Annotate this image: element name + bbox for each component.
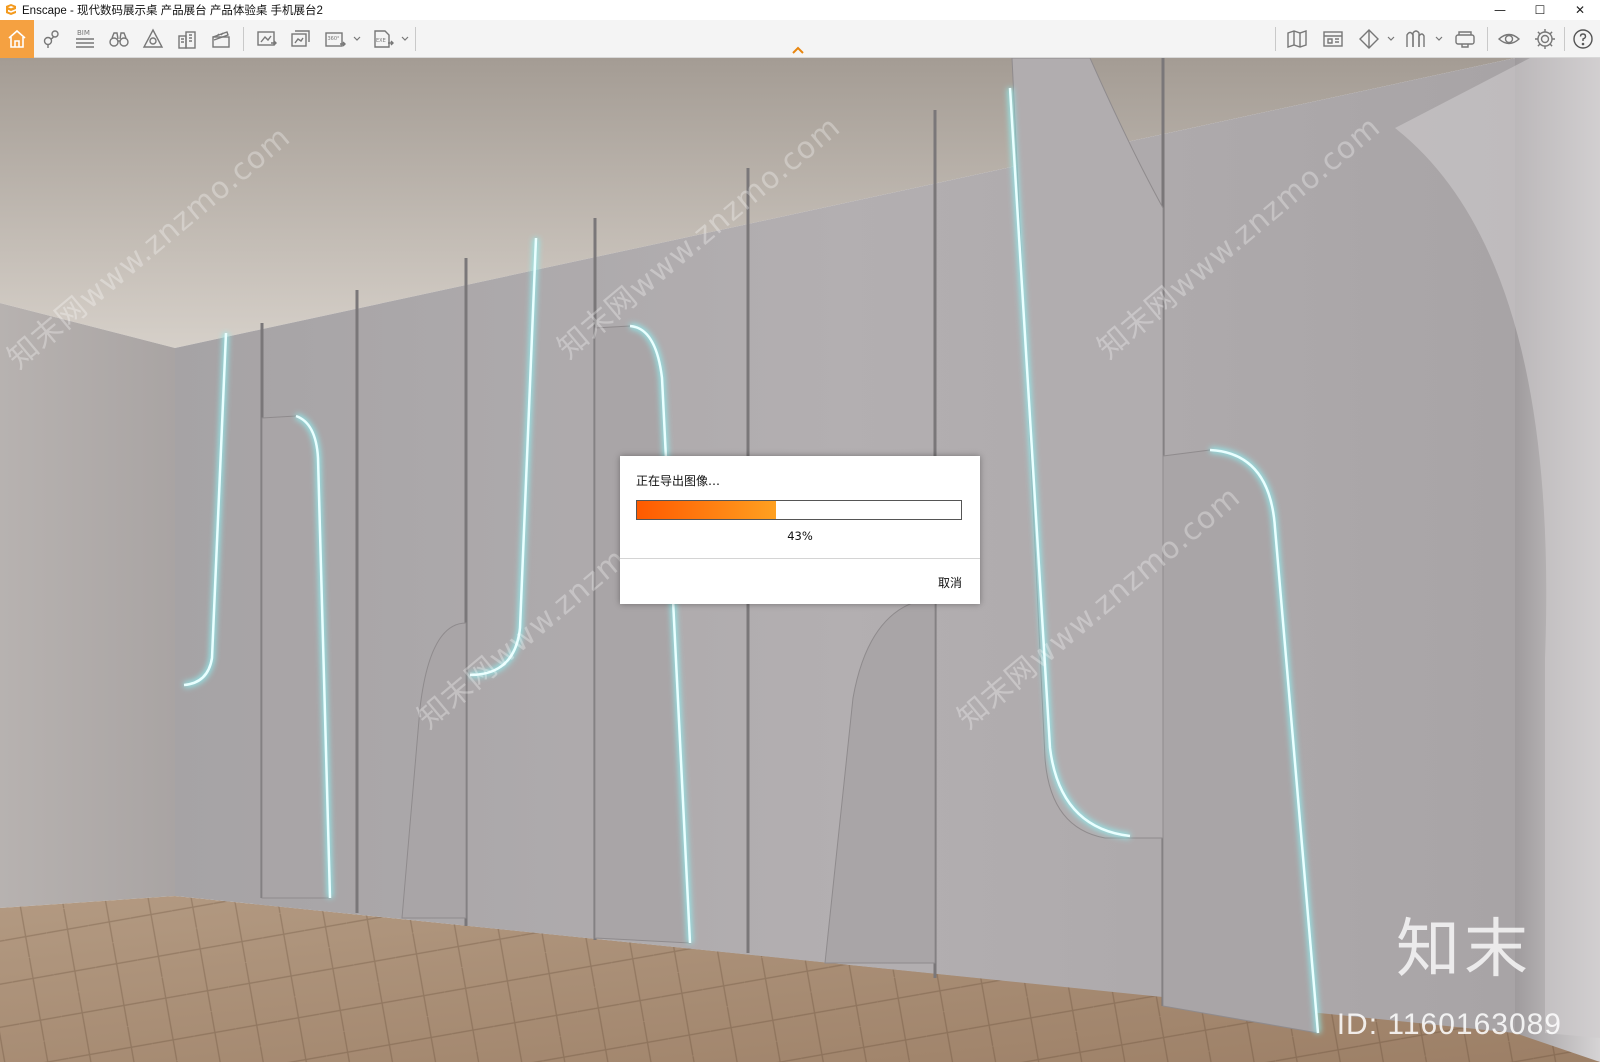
chevron-down-icon — [1387, 36, 1395, 41]
home-button[interactable] — [0, 20, 34, 58]
close-button[interactable]: ✕ — [1560, 0, 1600, 20]
waypoint-button[interactable] — [34, 20, 68, 58]
exe-export-icon: EXE — [374, 30, 394, 48]
maximize-button[interactable]: ☐ — [1520, 0, 1560, 20]
brand-watermark: 知末 — [1396, 913, 1532, 987]
settings-button[interactable] — [1528, 20, 1562, 58]
bim-button[interactable]: BIM — [68, 20, 102, 58]
bim-icon: BIM — [76, 29, 94, 48]
exe-text: EXE — [376, 38, 386, 44]
window-title: Enscape - 现代数码展示桌 产品展台 产品体验桌 手机展台2 — [22, 5, 323, 17]
settings-icon — [1535, 29, 1555, 49]
asset-library-button[interactable] — [136, 20, 170, 58]
batch-render-button[interactable] — [284, 20, 318, 58]
toolbar-divider — [415, 27, 416, 51]
exe-export-button[interactable]: EXE — [366, 20, 400, 58]
cancel-button[interactable]: 取消 — [938, 574, 962, 591]
views-icon — [1323, 31, 1343, 47]
panorama-button[interactable]: 360° — [318, 20, 352, 58]
batch-render-icon — [291, 30, 310, 47]
buildings-button[interactable] — [170, 20, 204, 58]
chevron-down-icon — [1435, 36, 1443, 41]
materials-icon — [1406, 30, 1425, 47]
asset-library-icon — [142, 28, 164, 48]
map-button[interactable] — [1280, 20, 1314, 58]
dialog-divider — [620, 558, 980, 559]
toolbar: BIM 360° EXE — [0, 20, 1600, 58]
chevron-down-icon — [353, 36, 361, 41]
vr-headset-button[interactable] — [1448, 20, 1482, 58]
enscape-logo-icon — [6, 4, 16, 15]
toolbar-divider — [1487, 27, 1488, 51]
collapse-toolbar-chevron-icon[interactable] — [790, 44, 806, 56]
export-progress-dialog: 正在导出图像… 43% 取消 — [620, 456, 980, 604]
screenshot-icon — [257, 31, 277, 46]
help-icon — [1573, 29, 1593, 49]
progress-percent-label: 43% — [787, 529, 813, 543]
panorama-text: 360° — [328, 36, 341, 42]
toolbar-divider — [243, 27, 244, 51]
export-dropdown-caret[interactable] — [400, 20, 410, 58]
materials-button[interactable] — [1398, 20, 1432, 58]
vr-headset-icon — [1455, 31, 1475, 48]
bim-text: BIM — [77, 29, 90, 37]
video-editor-button[interactable] — [204, 20, 238, 58]
panorama-dropdown-caret[interactable] — [352, 20, 362, 58]
screenshot-button[interactable] — [250, 20, 284, 58]
waypoint-icon — [43, 30, 59, 48]
binoculars-button[interactable] — [102, 20, 136, 58]
chevron-down-icon — [401, 36, 409, 41]
image-id-label: ID: 1160163089 — [1336, 1008, 1562, 1041]
buildings-icon — [178, 31, 196, 49]
toolbar-divider — [1275, 27, 1276, 51]
toolbar-divider — [1564, 27, 1565, 51]
materials-dropdown-caret[interactable] — [1434, 20, 1444, 58]
help-button[interactable] — [1566, 20, 1600, 58]
clapperboard-icon — [212, 31, 230, 48]
views-button[interactable] — [1316, 20, 1350, 58]
panorama-icon: 360° — [325, 32, 346, 47]
visual-settings-button[interactable] — [1492, 20, 1526, 58]
section-button[interactable] — [1352, 20, 1386, 58]
binoculars-icon — [109, 32, 129, 47]
section-dropdown-caret[interactable] — [1386, 20, 1396, 58]
section-icon — [1359, 29, 1379, 49]
dialog-title: 正在导出图像… — [636, 474, 721, 488]
map-icon — [1287, 30, 1307, 48]
progress-bar — [636, 500, 962, 520]
minimize-button[interactable]: — — [1480, 0, 1520, 20]
home-icon — [8, 29, 26, 48]
progress-bar-fill — [637, 501, 777, 519]
title-bar: Enscape - 现代数码展示桌 产品展台 产品体验桌 手机展台2 — ☐ ✕ — [0, 0, 1600, 20]
visual-settings-icon — [1497, 33, 1521, 45]
